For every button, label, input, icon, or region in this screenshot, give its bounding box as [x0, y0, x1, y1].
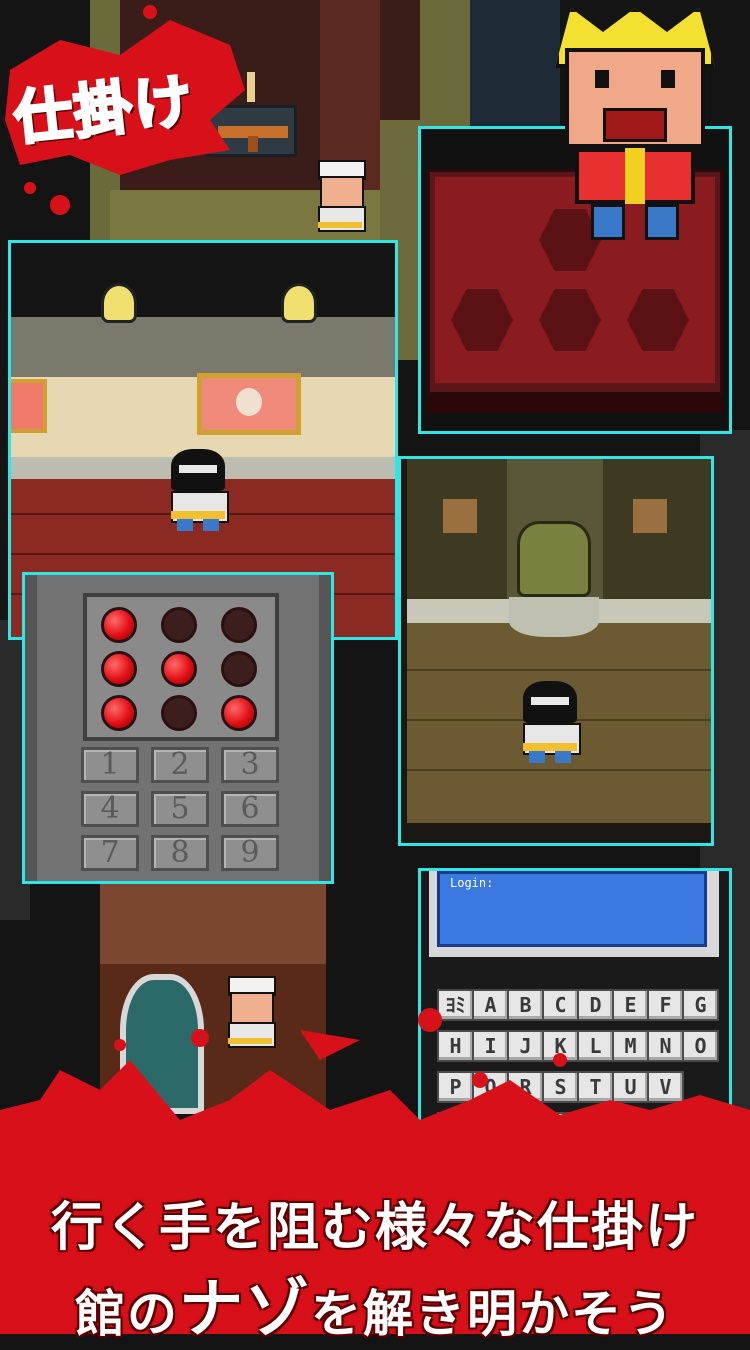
statue-pedestal	[509, 597, 599, 637]
panel-keypad[interactable]: 123 456 789	[22, 572, 334, 884]
keypad-button-1[interactable]: 1	[81, 747, 139, 783]
keypad-light	[161, 607, 197, 643]
keypad-light	[221, 651, 257, 687]
keypad-light	[161, 651, 197, 687]
keypad-light	[161, 695, 197, 731]
keypad-button-5[interactable]: 5	[151, 791, 209, 827]
terminal-screen[interactable]: Login:	[437, 871, 707, 947]
login-label: Login:	[450, 876, 494, 890]
keypad-light	[101, 651, 137, 687]
caption-line-2-post: を解き明かそう	[311, 1285, 675, 1343]
keypad-button-3[interactable]: 3	[221, 747, 279, 783]
keypad-light	[101, 607, 137, 643]
caption-line-2-pre: 館の	[75, 1285, 179, 1343]
painting-center[interactable]	[197, 373, 301, 435]
keypad-button-2[interactable]: 2	[151, 747, 209, 783]
keypad-light	[221, 695, 257, 731]
candles-left-icon	[443, 499, 477, 533]
wall-lamp-right	[281, 283, 317, 323]
caption-line-1: 行く手を阻む様々な仕掛け	[50, 1198, 699, 1258]
keypad-light	[101, 695, 137, 731]
keypad-button-6[interactable]: 6	[221, 791, 279, 827]
keypad-light	[221, 607, 257, 643]
panel-statue-room[interactable]	[398, 456, 714, 846]
keypad-button-4[interactable]: 4	[81, 791, 139, 827]
boy-character-gallery[interactable]	[167, 449, 229, 533]
caption-line-2-highlight: ナゾ	[179, 1273, 311, 1347]
monster-statue[interactable]	[517, 521, 591, 597]
keypad-button-7[interactable]: 7	[81, 835, 139, 871]
painting-left[interactable]	[11, 379, 47, 433]
boy-character-statue[interactable]	[519, 681, 581, 765]
candles-right-icon	[633, 499, 667, 533]
boy-character-top[interactable]	[312, 160, 368, 240]
light-grid	[83, 593, 279, 741]
keypad-button-9[interactable]: 9	[221, 835, 279, 871]
caption-line-2: 館のナゾを解き明かそう	[0, 1258, 750, 1350]
wall-lamp-left	[101, 283, 137, 323]
keypad-button-8[interactable]: 8	[151, 835, 209, 871]
scared-blond-character	[545, 8, 725, 240]
feature-badge: 仕掛け	[0, 5, 250, 215]
number-pad: 123 456 789	[81, 747, 291, 877]
